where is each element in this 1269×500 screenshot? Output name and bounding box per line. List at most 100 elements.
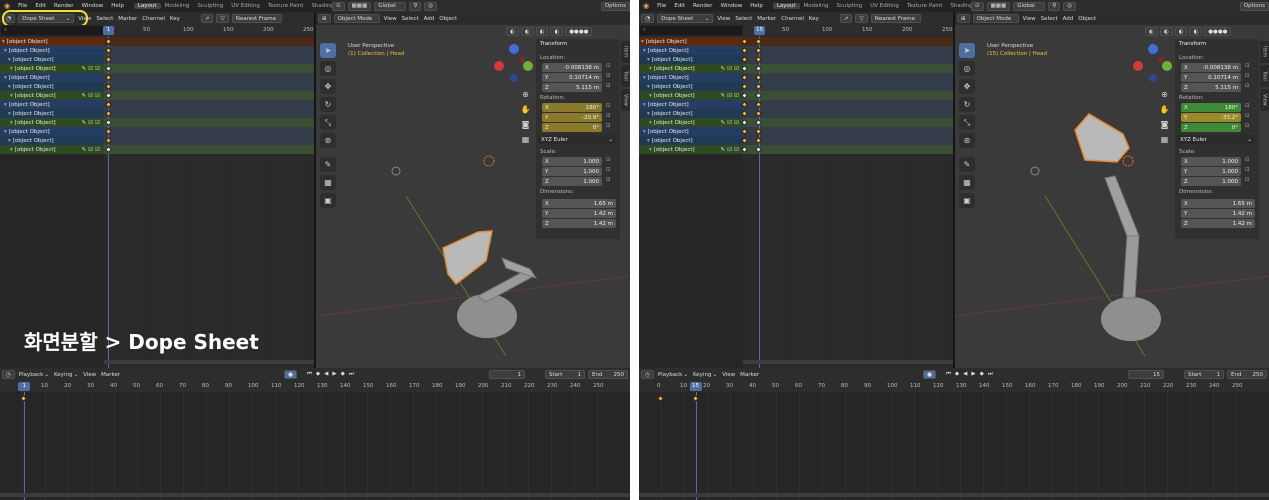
viewport-menu-view[interactable]: View bbox=[1022, 16, 1037, 22]
workspace-tab-sculpting[interactable]: Sculpting bbox=[833, 3, 867, 9]
lock-icon[interactable]: ⊡ bbox=[1245, 63, 1250, 69]
timeline-keyframe[interactable] bbox=[656, 394, 665, 403]
expand-arrow-icon[interactable]: ▾ bbox=[649, 147, 652, 153]
expand-arrow-icon[interactable]: ▾ bbox=[10, 147, 13, 153]
timeline-menu-marker[interactable]: Marker bbox=[100, 372, 121, 378]
add-cube-icon[interactable]: ▣ bbox=[320, 193, 336, 208]
play-icon[interactable]: ▶ bbox=[331, 371, 337, 378]
timeline-menu-view[interactable]: View bbox=[82, 372, 97, 378]
zoom-icon[interactable]: ⊕ bbox=[1158, 88, 1171, 101]
dope-menu-view[interactable]: View bbox=[716, 16, 731, 22]
viewport-menu-object[interactable]: Object bbox=[438, 16, 458, 22]
sidebar-tab-view[interactable]: View bbox=[621, 89, 630, 111]
sidebar-tab-view[interactable]: View bbox=[1260, 89, 1269, 111]
scale-y-field[interactable]: Y 1.000 bbox=[542, 167, 602, 176]
current-frame-badge[interactable]: 15 bbox=[754, 26, 765, 35]
menu-help[interactable]: Help bbox=[107, 3, 128, 9]
workspace-tab-layout[interactable]: Layout bbox=[133, 3, 161, 9]
workspace-tab-layout[interactable]: Layout bbox=[772, 3, 800, 9]
options-button[interactable]: Options bbox=[600, 1, 630, 11]
menu-file[interactable]: File bbox=[653, 3, 670, 9]
timeline-ruler[interactable]: 0102030405060708090100110120130140150160… bbox=[0, 381, 630, 392]
transform-icon[interactable]: ⊛ bbox=[959, 133, 975, 148]
timeline-menu-playback[interactable]: Playback⌄ bbox=[18, 372, 50, 378]
menu-file[interactable]: File bbox=[14, 3, 31, 9]
rotation-x-field[interactable]: X 180° bbox=[542, 103, 602, 112]
expand-arrow-icon[interactable]: ▾ bbox=[8, 138, 11, 144]
channel-toggle-icons[interactable]: ✎☑☑ bbox=[82, 147, 104, 153]
viewport-editor-icon[interactable]: ⊞ bbox=[318, 14, 331, 23]
timeline-ruler[interactable]: 0102030405060708090100110120130140150160… bbox=[639, 381, 1269, 392]
lock-icon[interactable]: ⊡ bbox=[1245, 113, 1250, 119]
frame-ruler[interactable]: 50 100 150 200 250 bbox=[743, 25, 953, 36]
menu-render[interactable]: Render bbox=[689, 3, 717, 9]
play-icon[interactable]: ▶ bbox=[970, 371, 976, 378]
search-input[interactable]: ⌕ bbox=[1, 26, 103, 35]
expand-arrow-icon[interactable]: ▾ bbox=[4, 48, 7, 54]
expand-arrow-icon[interactable]: ▾ bbox=[647, 111, 650, 117]
measure-icon[interactable]: ▦ bbox=[959, 175, 975, 190]
timeline-scrollbar[interactable] bbox=[0, 493, 630, 497]
scale-x-field[interactable]: X 1.000 bbox=[542, 157, 602, 166]
object-mode-select[interactable]: Object Mode bbox=[333, 14, 380, 23]
rotate-icon[interactable]: ↻ bbox=[320, 97, 336, 112]
next-key-icon[interactable]: ◆ bbox=[340, 371, 346, 378]
menu-window[interactable]: Window bbox=[78, 3, 108, 9]
scale-icon[interactable]: ⤡ bbox=[959, 115, 975, 130]
dope-menu-channel[interactable]: Channel bbox=[141, 16, 166, 22]
workspace-tab-modeling[interactable]: Modeling bbox=[161, 3, 194, 9]
viewport-menu-select[interactable]: Select bbox=[401, 16, 420, 22]
only-selected-toggle[interactable]: ➚ bbox=[839, 14, 853, 23]
expand-arrow-icon[interactable]: ▾ bbox=[647, 138, 650, 144]
expand-arrow-icon[interactable]: ▾ bbox=[649, 120, 652, 126]
expand-arrow-icon[interactable]: ▾ bbox=[10, 93, 13, 99]
annotate-icon[interactable]: ✎ bbox=[959, 157, 975, 172]
start-frame-field[interactable]: Start 1 bbox=[545, 370, 585, 379]
camera-icon[interactable]: ◙ bbox=[1158, 118, 1171, 131]
rotation-z-field[interactable]: Z 0° bbox=[542, 123, 602, 132]
channel-row-act[interactable]: ▾ [object Object] bbox=[639, 55, 743, 64]
rotation-z-field[interactable]: Z 0° bbox=[1181, 123, 1241, 132]
lock-icon[interactable]: ⊡ bbox=[1245, 83, 1250, 89]
timeline-editor-icon[interactable]: ◷ bbox=[641, 370, 654, 379]
dimension-x-field[interactable]: X 1.65 m bbox=[1181, 199, 1255, 208]
horizontal-scrollbar[interactable] bbox=[743, 360, 953, 364]
only-selected-toggle[interactable]: ➚ bbox=[200, 14, 214, 23]
expand-arrow-icon[interactable]: ▾ bbox=[8, 84, 11, 90]
channel-row-act[interactable]: ▾ [object Object] bbox=[0, 136, 104, 145]
viewport-editor-icon[interactable]: ⊞ bbox=[957, 14, 970, 23]
timeline-area[interactable]: 0102030405060708090100110120130140150160… bbox=[0, 381, 630, 500]
lock-icon[interactable]: ⊡ bbox=[1245, 103, 1250, 109]
expand-arrow-icon[interactable]: ▾ bbox=[10, 66, 13, 72]
channel-row-obj[interactable]: ▾ [object Object] bbox=[0, 127, 104, 136]
expand-arrow-icon[interactable]: ▾ bbox=[641, 39, 644, 45]
expand-arrow-icon[interactable]: ▾ bbox=[2, 39, 5, 45]
expand-arrow-icon[interactable]: ▾ bbox=[643, 48, 646, 54]
viewport-menu-object[interactable]: Object bbox=[1077, 16, 1097, 22]
lock-icon[interactable]: ⊡ bbox=[606, 123, 611, 129]
snap-icon[interactable]: ⚲ bbox=[1048, 1, 1061, 11]
workspace-tab-texture-paint[interactable]: Texture Paint bbox=[903, 3, 947, 9]
dimension-z-field[interactable]: Z 1.42 m bbox=[542, 219, 616, 228]
expand-arrow-icon[interactable]: ▾ bbox=[643, 129, 646, 135]
location-y-field[interactable]: Y 0.10714 m bbox=[1181, 73, 1241, 82]
dope-menu-key[interactable]: Key bbox=[169, 16, 181, 22]
dope-menu-marker[interactable]: Marker bbox=[117, 16, 138, 22]
sidebar-tab-item[interactable]: Item bbox=[621, 41, 630, 63]
expand-arrow-icon[interactable]: ▾ bbox=[649, 66, 652, 72]
auto-keying-record-button[interactable]: ● bbox=[923, 370, 936, 379]
add-cube-icon[interactable]: ▣ bbox=[959, 193, 975, 208]
object-mode-select[interactable]: Object Mode bbox=[972, 14, 1019, 23]
workspace-tab-modeling[interactable]: Modeling bbox=[800, 3, 833, 9]
channel-row-sum[interactable]: ▾ [object Object] bbox=[639, 37, 743, 46]
auto-keying-record-button[interactable]: ● bbox=[284, 370, 297, 379]
channel-toggle-icons[interactable]: ✎☑☑ bbox=[82, 120, 104, 126]
channel-row-act[interactable]: ▾ [object Object] bbox=[0, 109, 104, 118]
workspace-tab-sculpting[interactable]: Sculpting bbox=[194, 3, 228, 9]
horizontal-scrollbar[interactable] bbox=[104, 360, 314, 364]
navigation-gizmo[interactable] bbox=[492, 42, 536, 82]
snap-select[interactable]: Nearest Frame bbox=[231, 14, 282, 23]
expand-arrow-icon[interactable]: ▾ bbox=[8, 111, 11, 117]
channel-row-grp[interactable]: ▾ [object Object] ✎☑☑ bbox=[639, 145, 743, 154]
channel-toggle-icons[interactable]: ✎☑☑ bbox=[82, 93, 104, 99]
